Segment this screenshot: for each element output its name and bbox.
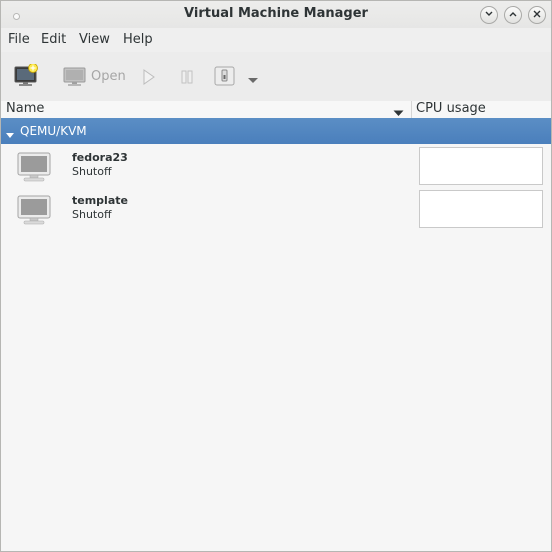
shutdown-menu-button[interactable] [247,73,259,88]
menu-view[interactable]: View [79,32,110,47]
column-cpu-usage[interactable]: CPU usage [416,101,486,116]
new-vm-button[interactable] [14,63,40,92]
monitor-icon [17,152,51,186]
shutdown-button[interactable] [214,66,236,90]
vm-name: fedora23 [72,151,128,164]
minimize-icon [485,11,493,16]
run-button[interactable] [142,69,156,89]
maximize-button[interactable] [504,6,522,24]
monitor-icon [17,195,51,229]
close-button[interactable] [528,6,546,24]
menu-file[interactable]: File [8,32,30,47]
column-name[interactable]: Name [6,101,44,116]
menu-bar: File Edit View Help [1,28,551,52]
connection-row[interactable]: QEMU/KVM [1,118,551,144]
close-icon [533,10,541,18]
window-title: Virtual Machine Manager [184,6,368,21]
chevron-down-icon [248,78,258,83]
cpu-usage-graph [419,190,543,228]
monitor-icon [63,67,86,86]
app-window: Virtual Machine Manager File Edit View H… [0,0,552,552]
menu-help[interactable]: Help [123,32,153,47]
vm-row[interactable]: template Shutoff [1,187,551,230]
vm-status: Shutoff [72,208,112,221]
cpu-usage-graph [419,147,543,185]
maximize-icon [509,12,517,17]
menu-edit[interactable]: Edit [41,32,66,47]
toolbar: Open [1,52,551,102]
open-button-label: Open [91,69,126,84]
vm-name: template [72,194,128,207]
column-separator[interactable] [411,101,412,118]
column-header: Name CPU usage [1,101,551,119]
play-icon [143,69,155,85]
pause-button[interactable] [180,70,194,88]
minimize-button[interactable] [480,6,498,24]
title-bar[interactable]: Virtual Machine Manager [1,1,551,28]
shutdown-icon [214,66,235,86]
new-vm-icon [14,63,38,86]
vm-status: Shutoff [72,165,112,178]
expander-icon[interactable] [6,128,14,143]
vm-row[interactable]: fedora23 Shutoff [1,144,551,187]
connection-name: QEMU/KVM [20,124,87,138]
pause-icon [181,70,193,84]
